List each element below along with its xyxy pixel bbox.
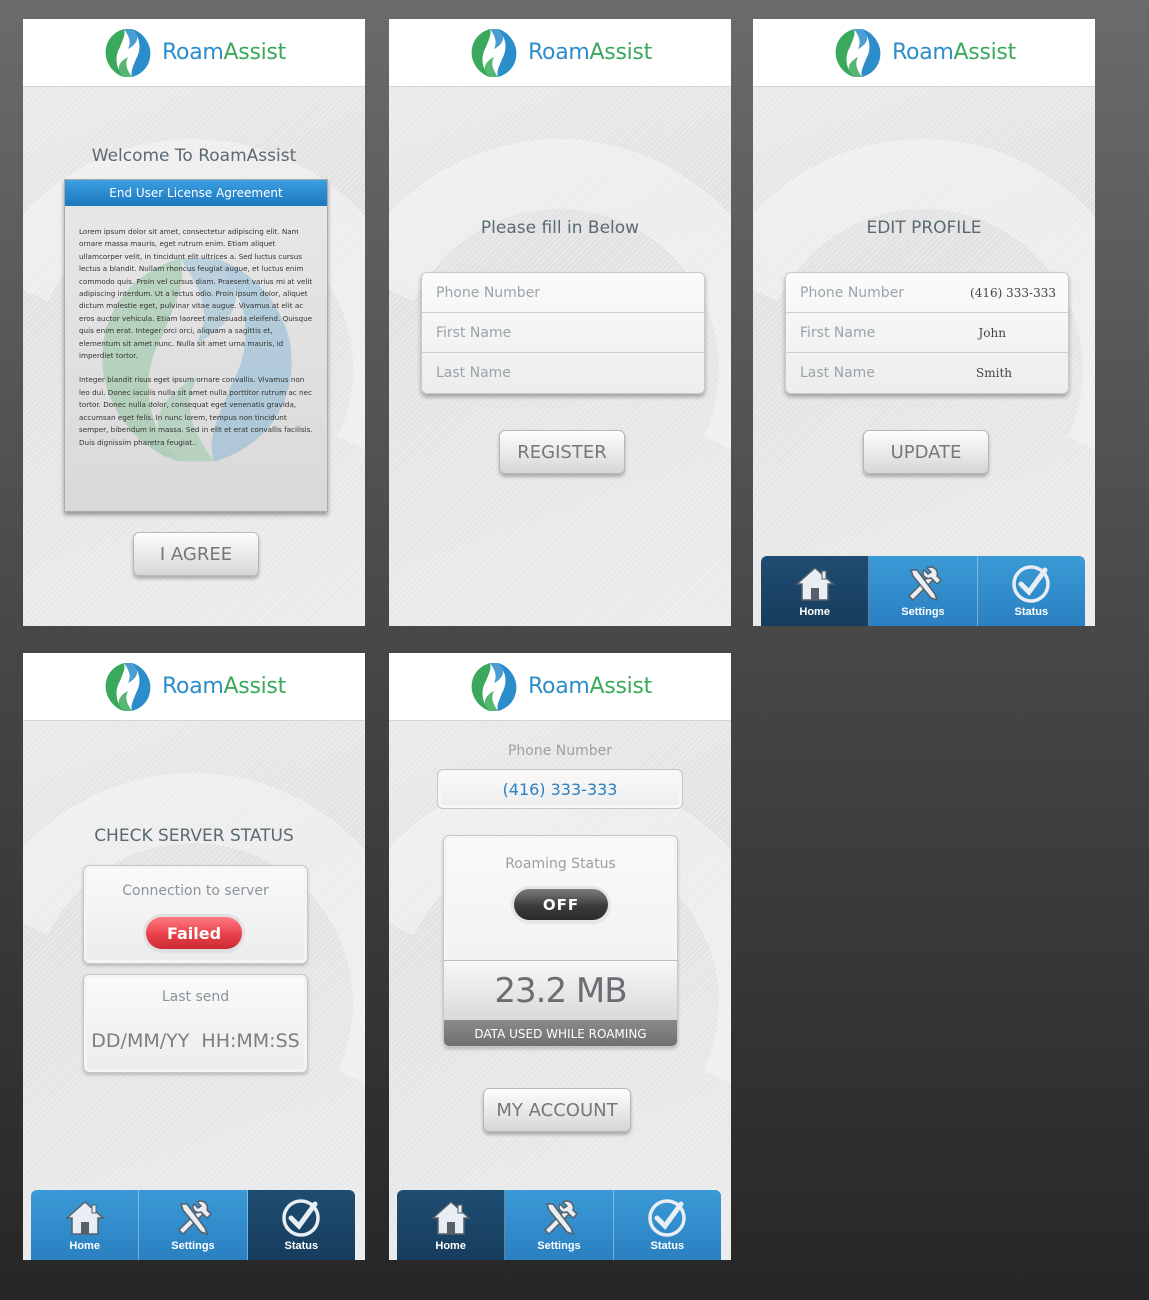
- home-icon: [795, 567, 834, 601]
- eula-paragraph: Integer blandit risus eget ipsum ornare …: [79, 375, 313, 447]
- tab-status[interactable]: Status: [977, 556, 1085, 626]
- check-circle-icon: [279, 1196, 323, 1240]
- roamassist-logo-icon: [471, 662, 517, 711]
- home-icon: [65, 1201, 104, 1235]
- roaming-toggle[interactable]: OFF: [514, 889, 608, 920]
- tab-settings[interactable]: Settings: [505, 1190, 614, 1260]
- connection-label: Connection to server: [122, 883, 269, 899]
- phone-label: Phone Number: [507, 743, 613, 759]
- last-send-timestamp: DD/MM/YY HH:MM:SS: [91, 1030, 300, 1052]
- eula-panel[interactable]: End User License Agreement Lorem ipsum d…: [64, 179, 328, 512]
- brand-name: RoamAssist: [162, 674, 286, 699]
- page-title: Please fill in Below: [480, 218, 640, 238]
- brand-name: RoamAssist: [528, 674, 652, 699]
- page-title: Welcome To RoamAssist: [91, 146, 297, 166]
- last-send-label: Last send: [161, 989, 230, 1005]
- screen-edit-profile: RoamAssist EDIT PROFILE Phone Number (416…: [753, 19, 1095, 626]
- data-used-caption: DATA USED WHILE ROAMING: [444, 1020, 677, 1046]
- first-name-field[interactable]: First Name: [422, 313, 704, 353]
- home-icon: [431, 1201, 470, 1235]
- data-used-value: 23.2 MB: [444, 960, 677, 1020]
- first-name-field[interactable]: First Name John: [786, 313, 1068, 353]
- roaming-label: Roaming Status: [505, 856, 616, 872]
- last-name-value: Smith: [976, 366, 1012, 380]
- tab-home[interactable]: Home: [31, 1190, 140, 1260]
- tab-status[interactable]: Status: [613, 1190, 721, 1260]
- app-header: RoamAssist: [389, 19, 731, 87]
- page-title: EDIT PROFILE: [866, 218, 982, 238]
- tab-status[interactable]: Status: [247, 1190, 355, 1260]
- check-circle-icon: [1009, 562, 1053, 606]
- connection-card: Connection to server Failed: [83, 865, 308, 964]
- tab-bar: Home Settings Status: [397, 1190, 721, 1260]
- brand-name: RoamAssist: [892, 40, 1016, 65]
- first-name-value: John: [978, 325, 1007, 340]
- tab-settings[interactable]: Settings: [869, 556, 978, 626]
- roamassist-logo-icon: [105, 28, 151, 77]
- phone-field[interactable]: Phone Number: [422, 273, 704, 313]
- status-badge: Failed: [146, 917, 242, 949]
- app-header: RoamAssist: [23, 19, 365, 87]
- app-header: RoamAssist: [23, 653, 365, 721]
- roaming-card: Roaming Status OFF 23.2 MB DATA USED WHI…: [443, 835, 678, 1047]
- phone-field[interactable]: Phone Number (416) 333-333: [786, 273, 1068, 313]
- last-name-field[interactable]: Last Name: [422, 353, 704, 393]
- eula-paragraph: Lorem ipsum dolor sit amet, consectetur …: [79, 227, 313, 361]
- tab-bar: Home Settings Status: [761, 556, 1085, 626]
- agree-button[interactable]: I AGREE: [133, 532, 259, 576]
- tools-icon: [908, 566, 942, 601]
- brand-name: RoamAssist: [162, 40, 286, 65]
- page-title: CHECK SERVER STATUS: [94, 826, 294, 846]
- roamassist-logo-icon: [105, 662, 151, 711]
- app-header: RoamAssist: [753, 19, 1095, 87]
- screen-server-status: RoamAssist CHECK SERVER STATUS Connectio…: [23, 653, 365, 1260]
- roamassist-logo-icon: [471, 28, 517, 77]
- brand-name: RoamAssist: [528, 40, 652, 65]
- last-send-card: Last send DD/MM/YY HH:MM:SS: [83, 974, 308, 1073]
- tab-bar: Home Settings Status: [31, 1190, 355, 1260]
- screen-eula: RoamAssist Welcome To RoamAssist End Use…: [23, 19, 365, 626]
- last-name-field[interactable]: Last Name Smith: [786, 353, 1068, 393]
- app-header: RoamAssist: [389, 653, 731, 721]
- register-form: Phone Number First Name Last Name: [421, 272, 705, 394]
- register-button[interactable]: REGISTER: [499, 430, 625, 474]
- tools-icon: [544, 1200, 578, 1235]
- tools-icon: [178, 1200, 212, 1235]
- eula-header: End User License Agreement: [65, 180, 327, 206]
- roamassist-logo-icon: [835, 28, 881, 77]
- phone-value: (416) 333-333: [970, 285, 1056, 300]
- my-account-button[interactable]: MY ACCOUNT: [483, 1088, 631, 1132]
- screen-home: RoamAssist Phone Number (416) 333-333 Ro…: [389, 653, 731, 1260]
- profile-form: Phone Number (416) 333-333 First Name John…: [785, 272, 1069, 394]
- tab-home[interactable]: Home: [397, 1190, 506, 1260]
- screen-register: RoamAssist Please fill in Below Phone Nu…: [389, 19, 731, 626]
- check-circle-icon: [645, 1196, 689, 1240]
- phone-display: (416) 333-333: [437, 769, 683, 809]
- tab-home[interactable]: Home: [761, 556, 870, 626]
- update-button[interactable]: UPDATE: [863, 430, 989, 474]
- tab-settings[interactable]: Settings: [139, 1190, 248, 1260]
